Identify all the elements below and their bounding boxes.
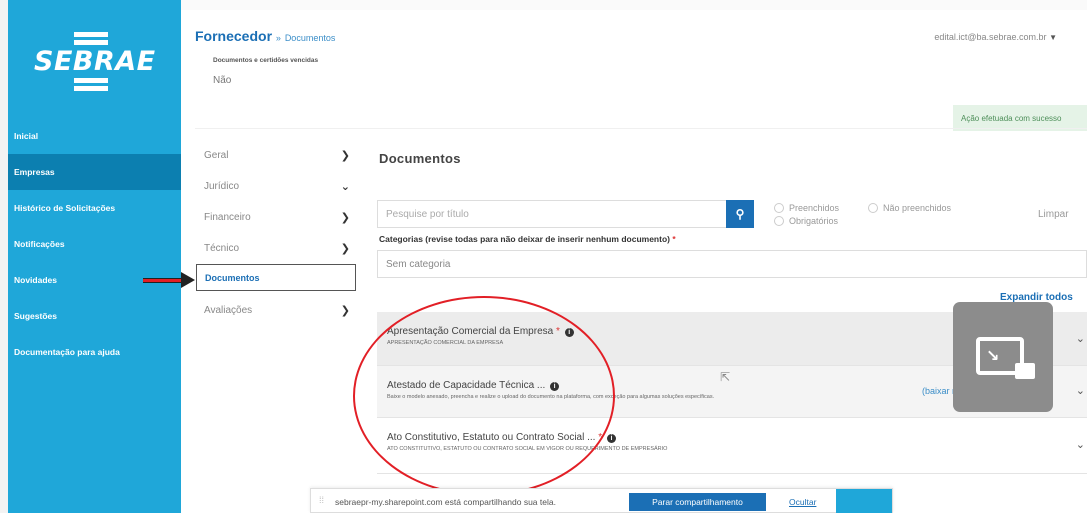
user-menu[interactable]: edital.ict@ba.sebrae.com.br ▼ [934,32,1057,42]
breadcrumb: Fornecedor » Documentos [195,28,335,44]
tab-geral[interactable]: Geral ❯ [196,140,356,171]
sidebar-item-label: Sugestões [14,311,57,321]
annotation-arrow-head [181,272,195,288]
filter-obrigatorios[interactable]: Obrigatórios [774,216,838,226]
chevron-down-icon: ⌄ [340,181,350,193]
tab-label: Documentos [205,272,260,283]
hide-link[interactable]: Ocultar [789,497,816,507]
breadcrumb-separator: » [275,33,281,43]
categories-label: Categorias (revise todas para não deixar… [379,234,676,244]
sidebar-item-historico[interactable]: Histórico de Solicitações [0,190,181,226]
filter-preenchidos[interactable]: Preenchidos [774,203,839,213]
annotation-circle [353,296,615,496]
user-email: edital.ict@ba.sebrae.com.br [934,32,1047,42]
sidebar-item-label: Notificações [14,239,65,249]
taskbar-block [836,489,892,513]
expired-docs-value: Não [213,75,232,86]
logo-bar [74,86,108,91]
sidebar-item-label: Histórico de Solicitações [14,203,116,213]
clear-filters-link[interactable]: Limpar [1038,209,1069,220]
sidebar-item-label: Novidades [14,275,57,285]
search-button[interactable]: ⚲ [726,200,754,228]
stop-sharing-button[interactable]: Parar compartilhamento [629,493,766,511]
tab-label: Técnico [204,243,240,254]
sharing-message: sebraepr-my.sharepoint.com está comparti… [335,497,556,507]
breadcrumb-documentos: Documentos [284,33,336,43]
chevron-down-icon[interactable]: ⌄ [1076,384,1085,397]
tab-financeiro[interactable]: Financeiro ❯ [196,202,356,233]
tab-label: Geral [204,150,229,161]
sidebar-item-empresas[interactable]: Empresas [0,154,181,190]
screen-share-overlay[interactable]: ↘ [953,302,1053,412]
sidebar-nav: Inicial Empresas Histórico de Solicitaçõ… [0,118,181,370]
section-tabs: Geral ❯ Jurídico ⌄ Financeiro ❯ Técnico … [196,140,356,326]
radio-icon [774,203,784,213]
required-marker: * [672,234,676,244]
sidebar-item-inicial[interactable]: Inicial [0,118,181,154]
radio-icon [868,203,878,213]
category-select[interactable]: Sem categoria [377,250,1087,278]
chevron-right-icon: ❯ [340,305,350,317]
sidebar-item-label: Empresas [14,167,55,177]
sidebar-item-label: Inicial [14,131,39,141]
search-icon: ⚲ [735,207,745,221]
expired-docs-label: Documentos e certidões vencidas [213,57,319,64]
filter-label: Obrigatórios [789,216,839,226]
radio-icon [774,216,784,226]
chevron-right-icon: ❯ [340,150,350,162]
logo-bar [74,32,108,37]
logo-bar [74,40,108,45]
sidebar: SEBRAE Inicial Empresas Histórico de Sol… [0,0,181,513]
caret-down-icon: ▼ [1049,33,1057,42]
tab-label: Jurídico [204,181,240,192]
filter-label: Não preenchidos [883,203,952,213]
tab-label: Avaliações [204,305,253,316]
divider [195,128,1087,129]
drag-handle-icon[interactable]: ⁞⁞ [319,495,324,505]
sidebar-item-documentacao[interactable]: Documentação para ajuda [0,334,181,370]
sidebar-item-notificacoes[interactable]: Notificações [0,226,181,262]
sidebar-item-sugestoes[interactable]: Sugestões [0,298,181,334]
search-input[interactable] [377,200,727,228]
tab-documentos[interactable]: Documentos [196,264,356,291]
filter-nao-preenchidos[interactable]: Não preenchidos [868,203,951,213]
chevron-down-icon[interactable]: ⌄ [1076,438,1085,451]
tab-label: Financeiro [204,212,251,223]
categories-label-text: Categorias (revise todas para não deixar… [379,234,670,244]
chevron-right-icon: ❯ [340,212,350,224]
sidebar-item-label: Documentação para ajuda [14,347,120,357]
tab-juridico[interactable]: Jurídico ⌄ [196,171,356,202]
logo-text: SEBRAE [34,46,156,77]
tab-tecnico[interactable]: Técnico ❯ [196,233,356,264]
mouse-cursor-icon: ⇱ [720,370,731,384]
page-title: Documentos [379,151,461,166]
arrow-icon: ↘ [986,348,1000,365]
tab-avaliacoes[interactable]: Avaliações ❯ [196,295,356,326]
sebrae-logo[interactable]: SEBRAE [24,26,164,96]
logo-bar [74,78,108,83]
annotation-arrow [143,278,183,283]
window-edge-left [0,0,8,513]
chevron-down-icon[interactable]: ⌄ [1076,332,1085,345]
screen-sharing-bar: ⁞⁞ sebraepr-my.sharepoint.com está compa… [310,488,893,513]
breadcrumb-fornecedor[interactable]: Fornecedor [195,28,272,44]
filter-label: Preenchidos [789,203,840,213]
info-icon[interactable]: i [606,434,616,443]
chevron-right-icon: ❯ [340,243,350,255]
page-header: Fornecedor » Documentos edital.ict@ba.se… [181,0,1087,60]
mini-window-icon [1015,363,1035,379]
